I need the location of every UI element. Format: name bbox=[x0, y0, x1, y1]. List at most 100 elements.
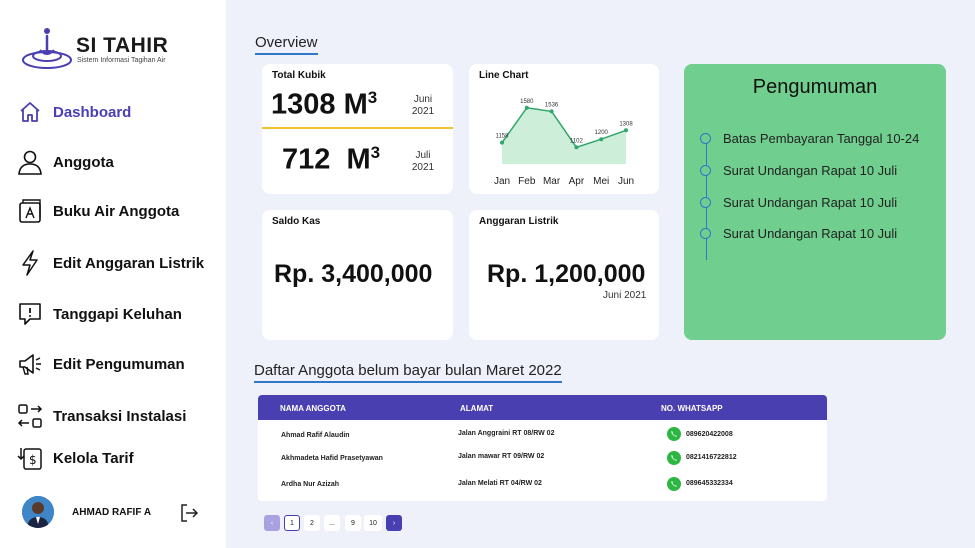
pagination-page-10[interactable]: 10 bbox=[364, 515, 382, 531]
megaphone-icon bbox=[16, 350, 44, 378]
chart-data-label: 1158 bbox=[496, 134, 510, 140]
book-icon bbox=[16, 197, 44, 225]
tariff-icon: $ bbox=[16, 444, 44, 472]
profile-name: AHMAD RAFIF A bbox=[72, 506, 152, 518]
sidebar-item-label: Buku Air Anggota bbox=[53, 202, 180, 220]
chart-x-tick-label: Mar bbox=[543, 176, 561, 187]
svg-text:$: $ bbox=[29, 453, 37, 467]
sidebar-item-label: Kelola Tarif bbox=[53, 449, 134, 467]
water-drop-logo-icon bbox=[22, 28, 72, 69]
sidebar-item-anggaran-listrik[interactable]: Edit Anggaran Listrik bbox=[16, 247, 221, 279]
column-header-name[interactable]: NAMA ANGGOTA bbox=[280, 404, 346, 413]
chart-data-label: 1308 bbox=[619, 121, 633, 127]
pagination-prev-button[interactable]: ‹ bbox=[264, 515, 280, 531]
sidebar-item-label: Dashboard bbox=[53, 103, 132, 121]
member-phone: 089620422008 bbox=[686, 431, 733, 438]
sidebar-item-anggota[interactable]: Anggota bbox=[16, 146, 221, 178]
member-address: Jalan Anggraini RT 08/RW 02 bbox=[458, 430, 555, 437]
chart-point[interactable] bbox=[549, 109, 554, 114]
card-title: Anggaran Listrik bbox=[479, 216, 559, 227]
listrik-date: Juni 2021 bbox=[603, 290, 647, 301]
table-header: NAMA ANGGOTA ALAMAT NO. WHATSAPP bbox=[258, 395, 827, 420]
chart-x-tick-label: Feb bbox=[518, 176, 536, 187]
chart-x-tick-label: Mei bbox=[593, 176, 609, 187]
line-chart: 1158 Jan 1580 Feb 1536 Mar 1102 Apr 1200 Mei 1308 J… bbox=[494, 99, 634, 187]
card-title: Saldo Kas bbox=[272, 216, 321, 227]
sidebar-item-keluhan[interactable]: Tanggapi Keluhan bbox=[16, 298, 221, 330]
kubik-date-june: Juni 2021 bbox=[411, 94, 435, 117]
chart-point[interactable] bbox=[599, 137, 604, 142]
whatsapp-icon[interactable] bbox=[667, 427, 681, 441]
unpaid-table: NAMA ANGGOTA ALAMAT NO. WHATSAPP Ahmad R… bbox=[258, 395, 827, 501]
saldo-value: Rp. 3,400,000 bbox=[274, 260, 433, 288]
chart-x-tick-label: Jun bbox=[618, 176, 634, 187]
home-icon bbox=[16, 98, 44, 126]
kubik-value-july: 712 M3 bbox=[282, 143, 381, 176]
pagination-next-button[interactable]: › bbox=[386, 515, 402, 531]
saldo-kas-card: Saldo Kas Rp. 3,400,000 bbox=[262, 210, 453, 340]
chart-data-label: 1200 bbox=[595, 130, 609, 136]
whatsapp-icon[interactable] bbox=[667, 451, 681, 465]
member-phone: 0821416722812 bbox=[686, 454, 737, 461]
chart-point[interactable] bbox=[574, 145, 579, 150]
sidebar-item-pengumuman[interactable]: Edit Pengumuman bbox=[16, 348, 221, 380]
column-header-whatsapp[interactable]: NO. WHATSAPP bbox=[661, 404, 723, 413]
pagination-page-2[interactable]: 2 bbox=[304, 515, 320, 531]
sidebar-item-label: Edit Anggaran Listrik bbox=[53, 254, 205, 272]
announcement-panel: Pengumuman Batas Pembayaran Tanggal 10-2… bbox=[684, 64, 946, 340]
announcement-item[interactable]: Surat Undangan Rapat 10 Juli bbox=[700, 225, 897, 241]
app-logo[interactable]: SI TAHIR Sistem Informasi Tagihan Air bbox=[20, 24, 220, 76]
chart-x-tick-label: Apr bbox=[569, 176, 585, 187]
app-subtitle: Sistem Informasi Tagihan Air bbox=[77, 57, 166, 64]
announcement-item[interactable]: Surat Undangan Rapat 10 Juli bbox=[700, 194, 897, 210]
pagination-page-1[interactable]: 1 bbox=[284, 515, 300, 531]
avatar[interactable] bbox=[22, 496, 54, 528]
member-phone: 089645332334 bbox=[686, 480, 733, 487]
pagination-page-9[interactable]: 9 bbox=[345, 515, 361, 531]
transfer-icon bbox=[16, 402, 44, 430]
announcement-item[interactable]: Surat Undangan Rapat 10 Juli bbox=[700, 162, 897, 178]
member-address: Jalan Melati RT 04/RW 02 bbox=[458, 480, 542, 487]
timeline-dot-icon bbox=[700, 227, 711, 239]
sidebar-item-transaksi[interactable]: Transaksi Instalasi bbox=[16, 400, 221, 432]
member-name: Ardha Nur Azizah bbox=[281, 481, 340, 488]
anggaran-listrik-card: Anggaran Listrik Rp. 1,200,000 Juni 2021 bbox=[469, 210, 659, 340]
total-kubik-card: Total Kubik 1308 M3 Juni 2021 712 M3 Juli… bbox=[262, 64, 453, 194]
column-header-address[interactable]: ALAMAT bbox=[460, 404, 493, 413]
chart-point[interactable] bbox=[500, 140, 504, 145]
card-divider bbox=[262, 127, 453, 129]
card-title: Total Kubik bbox=[272, 70, 326, 81]
logout-icon[interactable] bbox=[178, 502, 200, 524]
sidebar-item-label: Edit Pengumuman bbox=[53, 355, 185, 373]
unpaid-list-title: Daftar Anggota belum bayar bulan Maret 2… bbox=[254, 362, 562, 383]
announcement-title: Pengumuman bbox=[752, 76, 878, 98]
line-chart-card: Line Chart 1158 Jan 1580 Feb 1536 Mar 1102 Apr 1… bbox=[469, 64, 659, 194]
timeline-dot-icon bbox=[700, 196, 711, 208]
chart-data-label: 1580 bbox=[520, 99, 534, 105]
sidebar-item-tarif[interactable]: $ Kelola Tarif bbox=[16, 442, 221, 474]
overview-title: Overview bbox=[255, 34, 318, 55]
sidebar-item-label: Transaksi Instalasi bbox=[53, 407, 187, 425]
sidebar: SI TAHIR Sistem Informasi Tagihan Air Da… bbox=[0, 0, 226, 548]
timeline-dot-icon bbox=[700, 132, 711, 144]
app-title: SI TAHIR bbox=[76, 34, 169, 57]
announcement-item[interactable]: Batas Pembayaran Tanggal 10-24 bbox=[700, 130, 919, 146]
sidebar-item-label: Tanggapi Keluhan bbox=[53, 305, 182, 323]
user-icon bbox=[16, 148, 44, 176]
chart-point[interactable] bbox=[624, 128, 628, 133]
chart-point[interactable] bbox=[524, 105, 529, 110]
chart-data-label: 1102 bbox=[570, 138, 584, 144]
kubik-date-july: Juli 2021 bbox=[411, 150, 435, 173]
kubik-value-june: 1308 M3 bbox=[271, 88, 378, 121]
lightning-icon bbox=[16, 249, 44, 277]
chart-data-label: 1536 bbox=[545, 102, 559, 108]
sidebar-item-buku-air[interactable]: Buku Air Anggota bbox=[16, 195, 221, 227]
sidebar-item-dashboard[interactable]: Dashboard bbox=[16, 96, 221, 128]
listrik-value: Rp. 1,200,000 bbox=[487, 260, 646, 288]
user-profile[interactable]: AHMAD RAFIF A bbox=[22, 494, 212, 530]
whatsapp-icon[interactable] bbox=[667, 477, 681, 491]
member-address: Jalan mawar RT 09/RW 02 bbox=[458, 453, 545, 460]
member-name: Akhmadeta Hafid Prasetyawan bbox=[281, 455, 383, 462]
chart-x-tick-label: Jan bbox=[494, 176, 510, 187]
feedback-icon bbox=[16, 300, 44, 328]
